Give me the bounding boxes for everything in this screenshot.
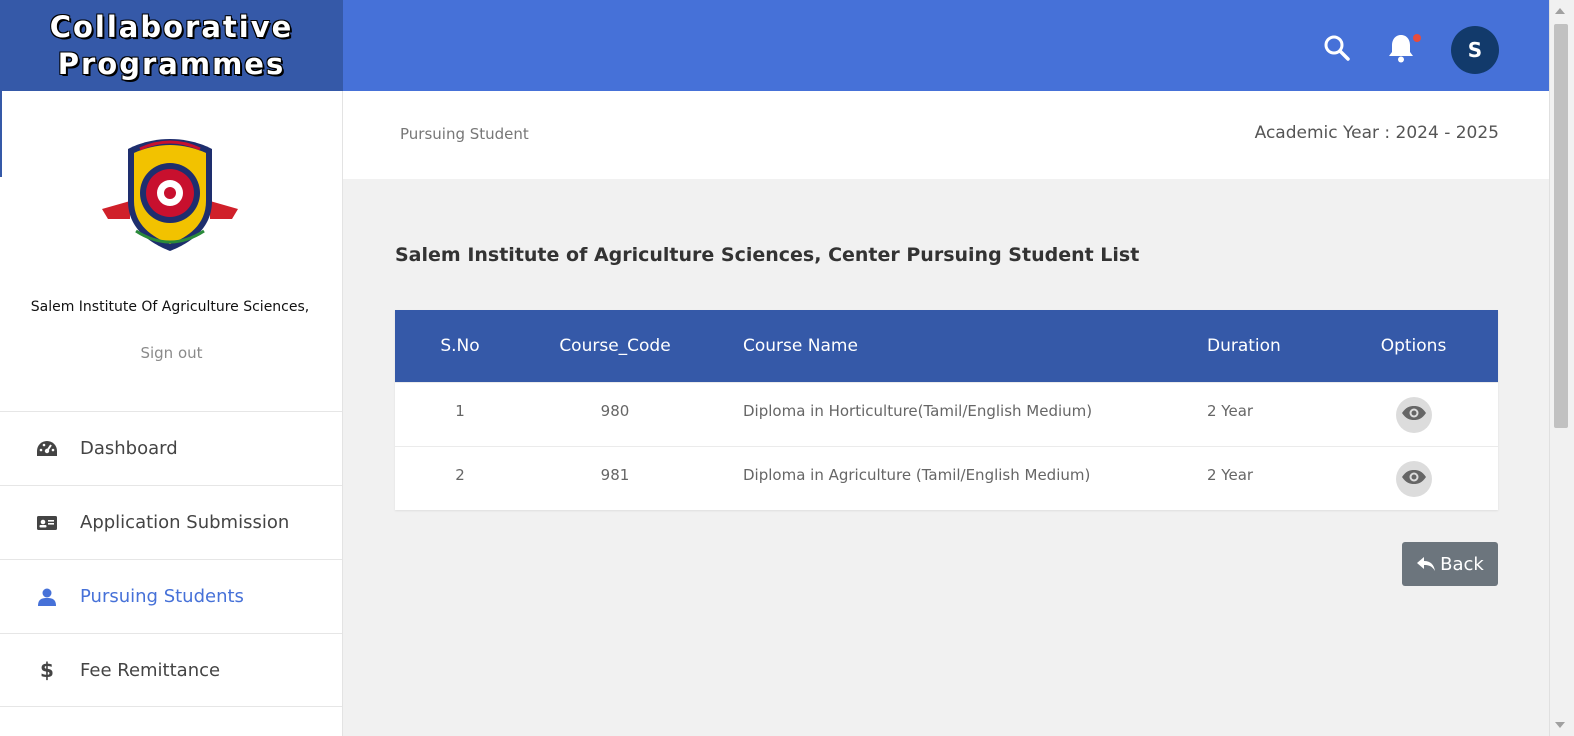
sidebar: Salem Institute Of Agriculture Sciences,… <box>0 91 343 736</box>
sidebar-accent <box>0 91 2 177</box>
user-icon <box>36 586 58 608</box>
dollar-icon: $ <box>40 658 54 682</box>
cell-course-name: Diploma in Agriculture (Tamil/English Me… <box>743 465 1091 484</box>
id-card-icon <box>36 512 58 534</box>
cell-course-code: 980 <box>600 401 630 420</box>
sidebar-item-label: Dashboard <box>80 438 178 459</box>
academic-year: Academic Year : 2024 - 2025 <box>1254 123 1499 143</box>
cell-sno: 2 <box>455 465 465 484</box>
back-label: Back <box>1440 553 1484 575</box>
signout-link[interactable]: Sign out <box>0 344 343 362</box>
cell-duration: 2 Year <box>1207 465 1254 484</box>
sidebar-nav: Dashboard Application Submission Pursuin… <box>0 411 342 707</box>
cell-duration: 2 Year <box>1207 401 1254 420</box>
vertical-scrollbar[interactable] <box>1549 0 1574 736</box>
student-course-table: S.No Course_Code Course Name Duration Op… <box>395 310 1498 510</box>
scroll-down-arrow-icon[interactable] <box>1555 722 1565 728</box>
sidebar-item-label: Fee Remittance <box>80 659 221 681</box>
column-header-course-code: Course_Code <box>559 336 671 356</box>
breadcrumb: Pursuing Student Academic Year : 2024 - … <box>343 91 1549 179</box>
sidebar-item-pursuing-students[interactable]: Pursuing Students <box>0 559 342 633</box>
view-button[interactable] <box>1395 460 1432 497</box>
view-button[interactable] <box>1395 396 1432 433</box>
brand-line-2: Programmes <box>57 46 286 81</box>
search-icon[interactable] <box>1320 31 1354 65</box>
sidebar-item-label: Application Submission <box>80 512 290 533</box>
avatar[interactable]: S <box>1451 26 1499 74</box>
scroll-up-arrow-icon[interactable] <box>1555 8 1565 14</box>
eye-icon <box>1401 405 1427 425</box>
column-header-duration: Duration <box>1207 336 1281 356</box>
back-button[interactable]: Back <box>1402 542 1498 586</box>
cell-course-name: Diploma in Horticulture(Tamil/English Me… <box>743 401 1093 420</box>
cell-course-code: 981 <box>600 465 630 484</box>
sidebar-item-dashboard[interactable]: Dashboard <box>0 411 342 485</box>
top-navbar: S <box>343 4 1549 91</box>
breadcrumb-current: Pursuing Student <box>400 125 529 143</box>
sidebar-item-label: Pursuing Students <box>80 586 244 607</box>
sidebar-item-fee-remittance[interactable]: $ Fee Remittance <box>0 633 342 707</box>
column-header-options: Options <box>1380 336 1447 356</box>
sidebar-item-application-submission[interactable]: Application Submission <box>0 485 342 559</box>
brand-logo[interactable]: Collaborative Programmes <box>0 0 343 91</box>
cell-sno: 1 <box>455 401 465 420</box>
scroll-thumb[interactable] <box>1554 24 1568 428</box>
table-header: S.No Course_Code Course Name Duration Op… <box>395 310 1498 382</box>
table-row: 1 980 Diploma in Horticulture(Tamil/Engl… <box>395 382 1498 446</box>
institution-name: Salem Institute Of Agriculture Sciences, <box>30 299 310 315</box>
notification-dot <box>1413 34 1421 42</box>
column-header-course-name: Course Name <box>743 336 858 356</box>
eye-icon <box>1401 469 1427 489</box>
table-row: 2 981 Diploma in Agriculture (Tamil/Engl… <box>395 446 1498 510</box>
reply-arrow-icon <box>1416 556 1436 572</box>
brand-line-1: Collaborative <box>49 9 294 44</box>
column-header-sno: S.No <box>440 336 480 356</box>
page-title: Salem Institute of Agriculture Sciences,… <box>395 244 1140 266</box>
dashboard-icon <box>36 438 58 460</box>
university-seal-icon <box>100 131 240 256</box>
